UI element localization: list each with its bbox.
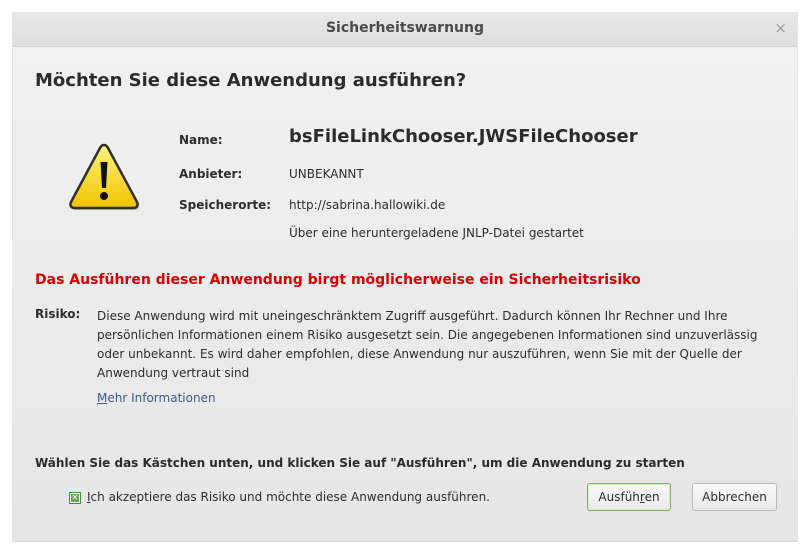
publisher-label: Anbieter: bbox=[179, 167, 243, 181]
window-title: Sicherheitswarnung bbox=[325, 20, 485, 36]
more-information-mnemonic: M bbox=[97, 391, 108, 405]
checkmark-icon: ✕ bbox=[71, 493, 79, 502]
accept-risk-label-text: ch akzeptiere das Risiko und möchte dies… bbox=[90, 490, 490, 504]
location-url: http://sabrina.hallowiki.de bbox=[289, 198, 446, 212]
dialog-question: Möchten Sie diese Anwendung ausführen? bbox=[35, 70, 467, 91]
run-button-label-start: Ausfüh bbox=[598, 490, 640, 504]
instruction-text: Wählen Sie das Kästchen unten, und klick… bbox=[35, 456, 685, 470]
publisher-value: UNBEKANNT bbox=[289, 167, 364, 181]
warning-triangle-icon bbox=[69, 143, 140, 210]
accept-risk-checkbox[interactable]: ✕ bbox=[69, 492, 81, 504]
accept-risk-label[interactable]: Ich akzeptiere das Risiko und möchte die… bbox=[87, 490, 490, 504]
cancel-button[interactable]: Abbrechen bbox=[692, 483, 777, 511]
risk-heading: Das Ausführen dieser Anwendung birgt mög… bbox=[35, 272, 641, 288]
run-button-label-end: en bbox=[644, 490, 660, 504]
application-name: bsFileLinkChooser.JWSFileChooser bbox=[289, 126, 638, 147]
close-icon[interactable]: × bbox=[774, 19, 787, 37]
locations-label: Speicherorte: bbox=[179, 198, 272, 212]
name-label: Name: bbox=[179, 133, 223, 147]
security-warning-dialog: Sicherheitswarnung × Möchten Sie diese A… bbox=[12, 12, 798, 542]
more-information-link[interactable]: Mehr Informationen bbox=[97, 391, 216, 405]
more-information-label: ehr Informationen bbox=[107, 391, 216, 405]
run-button[interactable]: Ausführen bbox=[587, 483, 671, 511]
location-note: Über eine heruntergeladene JNLP-Datei ge… bbox=[289, 226, 584, 240]
title-bar[interactable]: Sicherheitswarnung × bbox=[13, 12, 797, 47]
risk-label: Risiko: bbox=[35, 307, 81, 321]
risk-description: Diese Anwendung wird mit uneingeschränkt… bbox=[97, 309, 758, 380]
